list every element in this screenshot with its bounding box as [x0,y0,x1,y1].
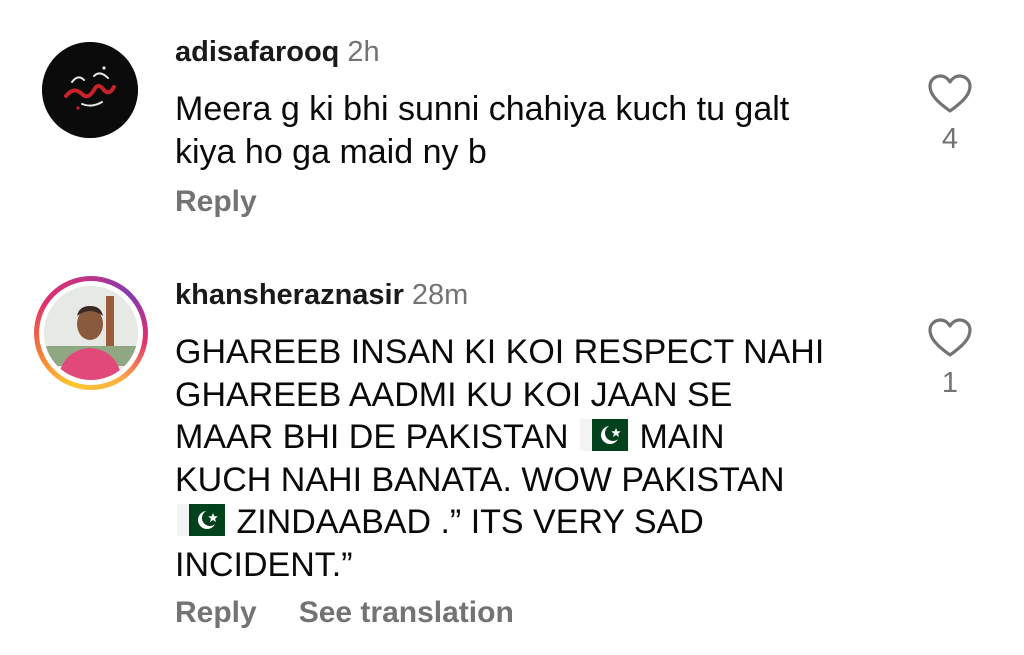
profile-photo [44,286,138,380]
avatar[interactable] [42,42,138,138]
calligraphy-logo-icon [42,42,138,138]
comment-header: adisafarooq 2h [175,35,380,69]
comment-text: Meera g ki bhi sunni chahiya kuch tu gal… [175,88,895,173]
username[interactable]: khansheraznasir [175,279,404,311]
comment-line: kiya ho ga maid ny b [175,132,487,171]
reply-button[interactable]: Reply [175,596,257,629]
reply-button[interactable]: Reply [175,185,257,218]
comment-line: ZINDAABAD .” ITS VERY SAD [175,501,895,544]
comment-line: GHAREEB INSAN KI KOI RESPECT NAHI [175,333,825,371]
comment-line: Meera g ki bhi sunni chahiya kuch tu gal… [175,90,790,128]
comment-line: GHAREEB AADMI KU KOI JAAN SE [175,375,733,414]
comment-item: khansheraznasir 28m GHAREEB INSAN KI KOI … [0,240,1024,655]
comment-item: adisafarooq 2h Meera g ki bhi sunni chahi… [0,0,1024,240]
see-translation-button[interactable]: See translation [299,596,514,629]
like-count: 1 [941,367,959,399]
comment-actions: Reply See translation [175,595,514,631]
like-control: 1 [922,318,978,400]
person-photo-icon [44,286,138,380]
timestamp: 28m [411,279,469,311]
comment-actions: Reply [175,184,257,220]
heart-icon[interactable] [928,74,972,114]
comment-line: INCIDENT.” [175,545,353,584]
comment-line: MAAR BHI DE PAKISTAN MAIN [175,418,725,456]
comment-text: GHAREEB INSAN KI KOI RESPECT NAHI GHAREE… [175,331,895,586]
username[interactable]: adisafarooq [175,36,339,68]
comment-line: KUCH NAHI BANATA. WOW PAKISTAN [175,460,785,499]
pakistan-flag-icon [177,504,225,536]
like-control: 4 [922,74,978,156]
pakistan-flag-icon [580,419,629,451]
like-count: 4 [941,123,959,155]
heart-icon[interactable] [928,318,972,358]
avatar[interactable] [34,276,148,390]
timestamp: 2h [347,36,380,68]
comment-header: khansheraznasir 28m [175,278,468,312]
